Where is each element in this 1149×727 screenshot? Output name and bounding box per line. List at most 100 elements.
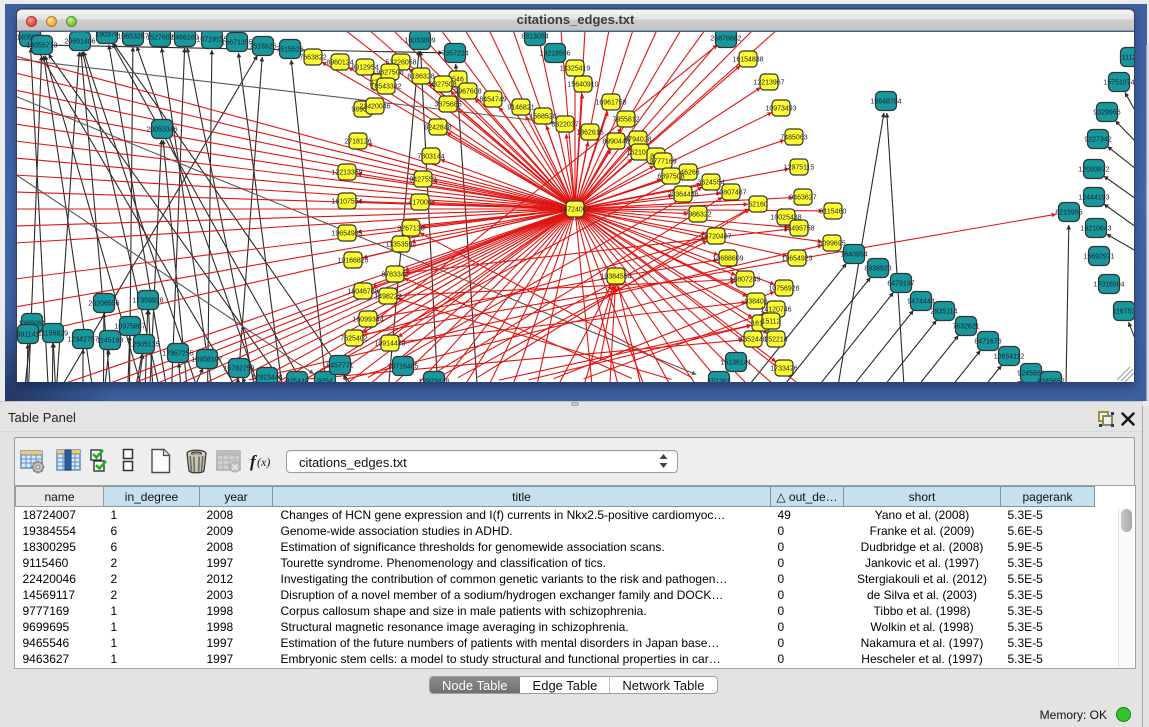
svg-text:12923448: 12923448 (251, 375, 282, 382)
svg-text:9242848: 9242848 (424, 125, 451, 132)
svg-text:8912954: 8912954 (351, 65, 378, 72)
svg-text:116753: 116753 (1113, 309, 1134, 316)
svg-text:7357224: 7357224 (441, 51, 468, 58)
svg-text:18807249: 18807249 (729, 277, 760, 284)
svg-text:3875685: 3875685 (434, 102, 461, 109)
svg-text:20364436: 20364436 (667, 192, 698, 199)
svg-text:7515526: 7515526 (249, 44, 276, 51)
svg-text:7625402: 7625402 (340, 336, 367, 343)
svg-text:16033809: 16033809 (404, 38, 435, 45)
svg-text:10958107: 10958107 (191, 357, 222, 364)
svg-text:20691406: 20691406 (64, 39, 95, 46)
svg-text:2967608: 2967608 (454, 89, 481, 96)
svg-text:6897508: 6897508 (657, 174, 684, 181)
svg-text:10653287: 10653287 (117, 34, 148, 41)
svg-text:10975887: 10975887 (114, 324, 145, 331)
svg-text:20206556: 20206556 (88, 301, 119, 308)
svg-text:190378: 190378 (95, 32, 118, 39)
svg-text:16782759: 16782759 (223, 366, 254, 373)
svg-text:10914479: 10914479 (374, 341, 405, 348)
svg-text:16648784: 16648784 (870, 99, 901, 106)
svg-text:1145193: 1145193 (97, 338, 124, 345)
svg-text:13716485: 13716485 (387, 364, 418, 371)
svg-text:151361: 151361 (707, 379, 730, 383)
svg-text:9427552: 9427552 (409, 177, 436, 184)
svg-text:12444193: 12444193 (1078, 195, 1109, 202)
svg-text:12923448: 12923448 (418, 379, 449, 383)
svg-text:9227342: 9227342 (1084, 137, 1111, 144)
svg-text:16107554: 16107554 (331, 199, 362, 206)
svg-text:10688609: 10688609 (712, 256, 743, 263)
svg-text:16671355: 16671355 (221, 40, 252, 47)
svg-text:7986322: 7986322 (684, 212, 711, 219)
svg-text:8960124: 8960124 (326, 60, 353, 67)
svg-text:9463627: 9463627 (789, 195, 816, 202)
svg-text:8938923: 8938923 (864, 266, 891, 273)
svg-text:62160: 62160 (748, 202, 768, 209)
svg-text:11156829: 11156829 (38, 331, 68, 338)
svg-text:20053346: 20053346 (146, 127, 177, 134)
svg-text:7515526: 7515526 (276, 47, 303, 54)
svg-text:15640910: 15640910 (567, 82, 598, 89)
svg-text:417006: 417006 (408, 200, 431, 207)
svg-text:26876682: 26876682 (710, 36, 741, 43)
svg-text:12975115: 12975115 (784, 165, 815, 172)
svg-text:2935114: 2935114 (931, 309, 958, 316)
svg-text:938406: 938406 (744, 299, 767, 306)
svg-text:6479197: 6479197 (887, 281, 914, 288)
svg-text:11325419: 11325419 (560, 66, 591, 73)
svg-text:3624554: 3624554 (697, 180, 724, 187)
svg-text:8783342: 8783342 (381, 272, 408, 279)
svg-text:10973493: 10973493 (765, 106, 796, 113)
svg-text:1568520: 1568520 (529, 114, 556, 121)
svg-text:15112: 15112 (762, 319, 781, 326)
svg-text:16154838: 16154838 (732, 57, 763, 64)
svg-text:8215955: 8215955 (1055, 210, 1082, 217)
svg-text:15720407: 15720407 (700, 234, 731, 241)
svg-text:9474444: 9474444 (907, 299, 934, 306)
svg-text:1640954: 1640954 (840, 252, 867, 259)
svg-text:11124: 11124 (1122, 55, 1134, 62)
svg-text:7955812: 7955812 (612, 117, 639, 124)
svg-text:17016504: 17016504 (1093, 282, 1124, 289)
svg-text:9245652: 9245652 (1037, 379, 1064, 383)
svg-text:19654923: 19654923 (781, 256, 812, 263)
svg-text:8813054: 8813054 (521, 34, 548, 41)
svg-text:9794028: 9794028 (624, 137, 651, 144)
svg-text:15495758: 15495758 (783, 226, 814, 233)
svg-text:(x): (x) (257, 455, 270, 469)
svg-text:10654112: 10654112 (994, 354, 1025, 361)
svg-text:9146821: 9146821 (507, 105, 534, 112)
svg-text:9827508: 9827508 (376, 70, 403, 77)
svg-text:9254: 9254 (317, 379, 333, 383)
svg-text:9115460: 9115460 (820, 209, 847, 216)
svg-text:10807487: 10807487 (715, 190, 746, 197)
svg-text:9327508: 9327508 (429, 82, 456, 89)
svg-text:19384554: 19384554 (600, 274, 631, 281)
svg-text:19218506: 19218506 (539, 51, 570, 58)
svg-text:17957255: 17957255 (162, 351, 193, 358)
svg-text:16210643: 16210643 (1080, 226, 1111, 233)
svg-text:6466160: 6466160 (171, 35, 198, 42)
svg-text:12342757: 12342757 (67, 337, 98, 344)
svg-text:12213369: 12213369 (331, 170, 362, 177)
svg-text:1733426: 1733426 (770, 366, 797, 373)
svg-text:7663822: 7663822 (299, 55, 326, 62)
svg-text:6099695: 6099695 (818, 241, 845, 248)
svg-text:8454749: 8454749 (479, 97, 506, 104)
svg-text:16961758: 16961758 (595, 100, 626, 107)
svg-text:11353594: 11353594 (386, 242, 417, 249)
svg-text:18724007: 18724007 (559, 207, 590, 214)
svg-text:1352448: 1352448 (739, 337, 766, 344)
svg-text:8471676: 8471676 (974, 339, 1001, 346)
svg-text:2718126: 2718126 (344, 139, 371, 146)
svg-text:1498222: 1498222 (374, 294, 401, 301)
svg-text:8322037: 8322037 (551, 122, 578, 129)
svg-text:7632621: 7632621 (952, 324, 979, 331)
svg-text:23420046: 23420046 (359, 104, 390, 111)
svg-text:9457771: 9457771 (326, 363, 353, 370)
svg-text:12093872: 12093872 (1078, 167, 1109, 174)
svg-text:9329966: 9329966 (1093, 110, 1120, 117)
svg-text:16543382: 16543382 (370, 84, 401, 91)
svg-text:252214: 252214 (764, 337, 787, 344)
